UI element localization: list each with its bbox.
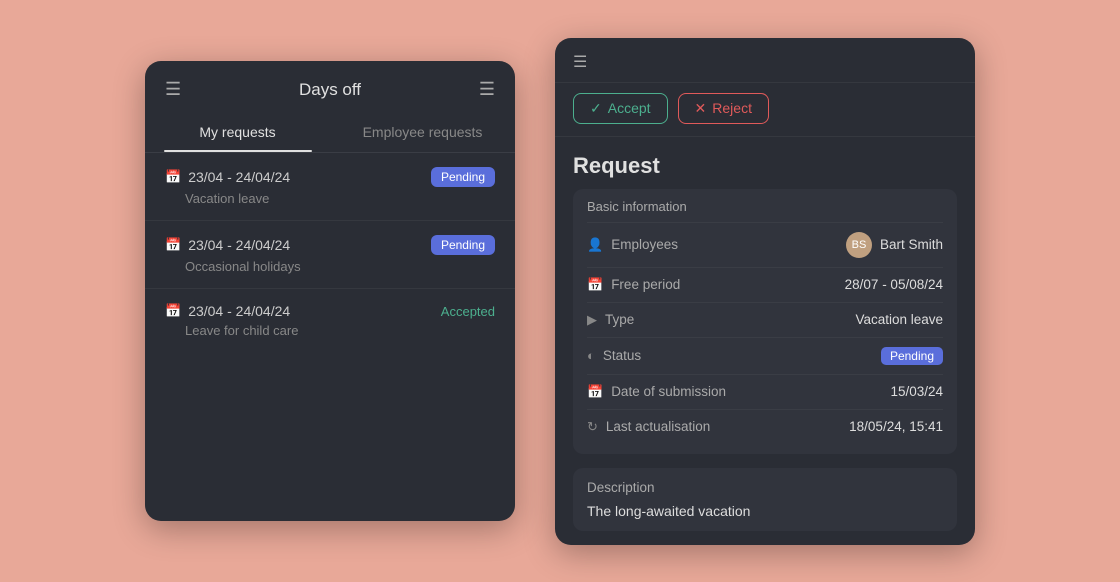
field-label-employees: 👤 Employees (587, 237, 678, 253)
info-row-type: ▶ Type Vacation leave (587, 303, 943, 338)
hamburger-icon[interactable]: ☰ (165, 79, 181, 100)
request-title: Request (555, 137, 975, 189)
reject-label: Reject (712, 100, 752, 116)
check-icon: ✓ (590, 100, 602, 117)
request-type: Occasional holidays (185, 259, 495, 274)
left-panel: ☰ Days off ☰ My requests Employee reques… (145, 61, 515, 521)
info-row-actualisation: ↻ Last actualisation 18/05/24, 15:41 (587, 410, 943, 444)
description-text: The long-awaited vacation (587, 503, 943, 519)
type-icon: ▶ (587, 312, 597, 328)
calendar-icon: 📅 (165, 303, 181, 319)
panel-header: ☰ Days off ☰ (145, 61, 515, 114)
description-label: Description (587, 480, 943, 495)
calendar-icon: 📅 (587, 277, 603, 293)
field-label-status: ◐ Status (587, 348, 641, 363)
list-item[interactable]: 📅 23/04 - 24/04/24 Pending Occasional ho… (145, 221, 515, 289)
reject-button[interactable]: ✕ Reject (678, 93, 769, 124)
info-row-free-period: 📅 Free period 28/07 - 05/08/24 (587, 268, 943, 303)
info-row-submission: 📅 Date of submission 15/03/24 (587, 375, 943, 410)
status-icon: ◐ (587, 348, 595, 363)
status-badge: Accepted (441, 304, 495, 319)
request-type: Leave for child care (185, 323, 495, 338)
accept-label: Accept (608, 100, 651, 116)
tab-employee-requests[interactable]: Employee requests (330, 114, 515, 152)
info-row-status: ◐ Status Pending (587, 338, 943, 375)
avatar: BS (846, 232, 872, 258)
field-value-type: Vacation leave (855, 312, 943, 327)
panel-title: Days off (299, 80, 361, 100)
basic-info-label: Basic information (587, 199, 943, 223)
calendar-icon: 📅 (165, 169, 181, 185)
action-bar: ✓ Accept ✕ Reject (555, 83, 975, 137)
request-date: 📅 23/04 - 24/04/24 (165, 237, 290, 253)
field-value-status: Pending (881, 347, 943, 365)
field-label-submission: 📅 Date of submission (587, 384, 726, 400)
field-value-actualisation: 18/05/24, 15:41 (849, 419, 943, 434)
field-value-free-period: 28/07 - 05/08/24 (845, 277, 943, 292)
x-icon: ✕ (695, 100, 707, 117)
accept-button[interactable]: ✓ Accept (573, 93, 668, 124)
field-label-type: ▶ Type (587, 312, 634, 328)
tabs: My requests Employee requests (145, 114, 515, 153)
description-section: Description The long-awaited vacation (573, 468, 957, 531)
field-value-submission: 15/03/24 (890, 384, 943, 399)
field-value-employees: BS Bart Smith (846, 232, 943, 258)
status-badge: Pending (431, 167, 495, 187)
tab-my-requests[interactable]: My requests (145, 114, 330, 152)
field-label-free-period: 📅 Free period (587, 277, 680, 293)
request-date: 📅 23/04 - 24/04/24 (165, 169, 290, 185)
info-row-employees: 👤 Employees BS Bart Smith (587, 223, 943, 268)
request-list: 📅 23/04 - 24/04/24 Pending Vacation leav… (145, 153, 515, 352)
filter-icon[interactable]: ☰ (479, 79, 495, 100)
request-type: Vacation leave (185, 191, 495, 206)
field-label-actualisation: ↻ Last actualisation (587, 419, 710, 435)
refresh-icon: ↻ (587, 419, 598, 435)
calendar-icon: 📅 (165, 237, 181, 253)
right-header: ☰ (555, 38, 975, 83)
hamburger-icon[interactable]: ☰ (573, 54, 587, 71)
right-panel: ☰ ✓ Accept ✕ Reject Request Basic inform… (555, 38, 975, 545)
person-icon: 👤 (587, 237, 603, 253)
request-date: 📅 23/04 - 24/04/24 (165, 303, 290, 319)
list-item[interactable]: 📅 23/04 - 24/04/24 Pending Vacation leav… (145, 153, 515, 221)
basic-info-section: Basic information 👤 Employees BS Bart Sm… (573, 189, 957, 454)
status-badge: Pending (881, 347, 943, 365)
list-item[interactable]: 📅 23/04 - 24/04/24 Accepted Leave for ch… (145, 289, 515, 352)
calendar-icon: 📅 (587, 384, 603, 400)
status-badge: Pending (431, 235, 495, 255)
